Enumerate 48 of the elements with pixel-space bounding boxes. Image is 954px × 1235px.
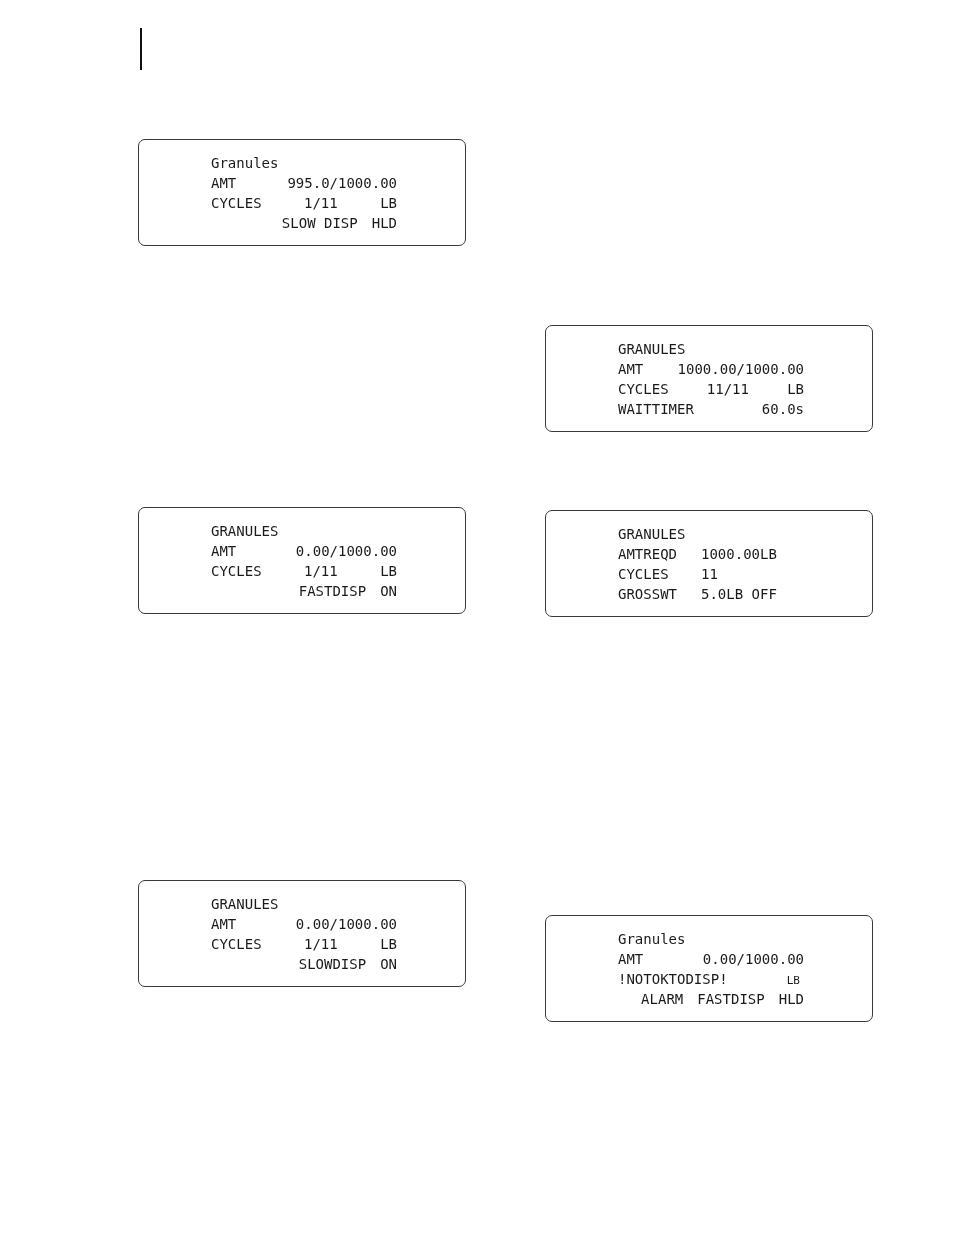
field-label: AMT (618, 950, 644, 969)
field-label: AMT (211, 174, 237, 193)
unit-label: LB (787, 380, 804, 399)
field-label: CYCLES (211, 935, 262, 954)
unit-label: LB (380, 194, 397, 213)
field-value: 1/11 (304, 194, 338, 213)
field-value: 1000.00/1000.00 (677, 360, 804, 379)
screen-title: GRANULES (618, 340, 686, 359)
field-value: 1000.00LB (701, 545, 777, 564)
status-text: ON (380, 582, 397, 601)
field-label: AMT (618, 360, 644, 379)
status-text: FASTDISP (697, 990, 765, 1009)
screen-title: GRANULES (618, 525, 686, 544)
field-value: 1/11 (304, 935, 338, 954)
screen-title: GRANULES (211, 522, 279, 541)
status-text: ON (380, 955, 397, 974)
status-text: SLOWDISP (298, 955, 367, 974)
field-value: 0.00/1000.00 (295, 542, 397, 561)
unit-label: LB (786, 973, 800, 989)
margin-rule (140, 28, 142, 70)
status-text: HLD (778, 990, 804, 1009)
field-value: 60.0s (761, 400, 804, 419)
unit-label: LB (380, 562, 397, 581)
status-text: FASTDISP (298, 582, 367, 601)
field-label: AMT (211, 542, 237, 561)
screen-title: Granules (211, 154, 279, 173)
field-value: 11 (701, 565, 718, 584)
field-label: CYCLES (211, 194, 262, 213)
field-label: CYCLES (211, 562, 262, 581)
status-text: SLOW DISP (281, 214, 358, 233)
field-label: GROSSWT (618, 585, 678, 604)
field-label: CYCLES (618, 565, 670, 584)
field-value: 0.00/1000.00 (295, 915, 397, 934)
screen-title: GRANULES (211, 895, 279, 914)
field-label: AMTREQD (618, 545, 678, 564)
field-label: AMT (211, 915, 237, 934)
field-label: WAITTIMER (618, 400, 694, 419)
field-value: 0.00/1000.00 (702, 950, 804, 969)
unit-label: LB (380, 935, 397, 954)
field-value: 1/11 (304, 562, 338, 581)
status-text: ALARM (641, 990, 684, 1009)
field-value: 11/11 (706, 380, 749, 399)
field-value: 995.0/1000.00 (287, 174, 397, 193)
status-text: HLD (371, 214, 397, 233)
field-label: CYCLES (618, 380, 669, 399)
screen-title: Granules (618, 930, 686, 949)
field-value: 5.0LB OFF (701, 585, 777, 604)
message-text: !NOTOKTODISP! (618, 970, 728, 989)
